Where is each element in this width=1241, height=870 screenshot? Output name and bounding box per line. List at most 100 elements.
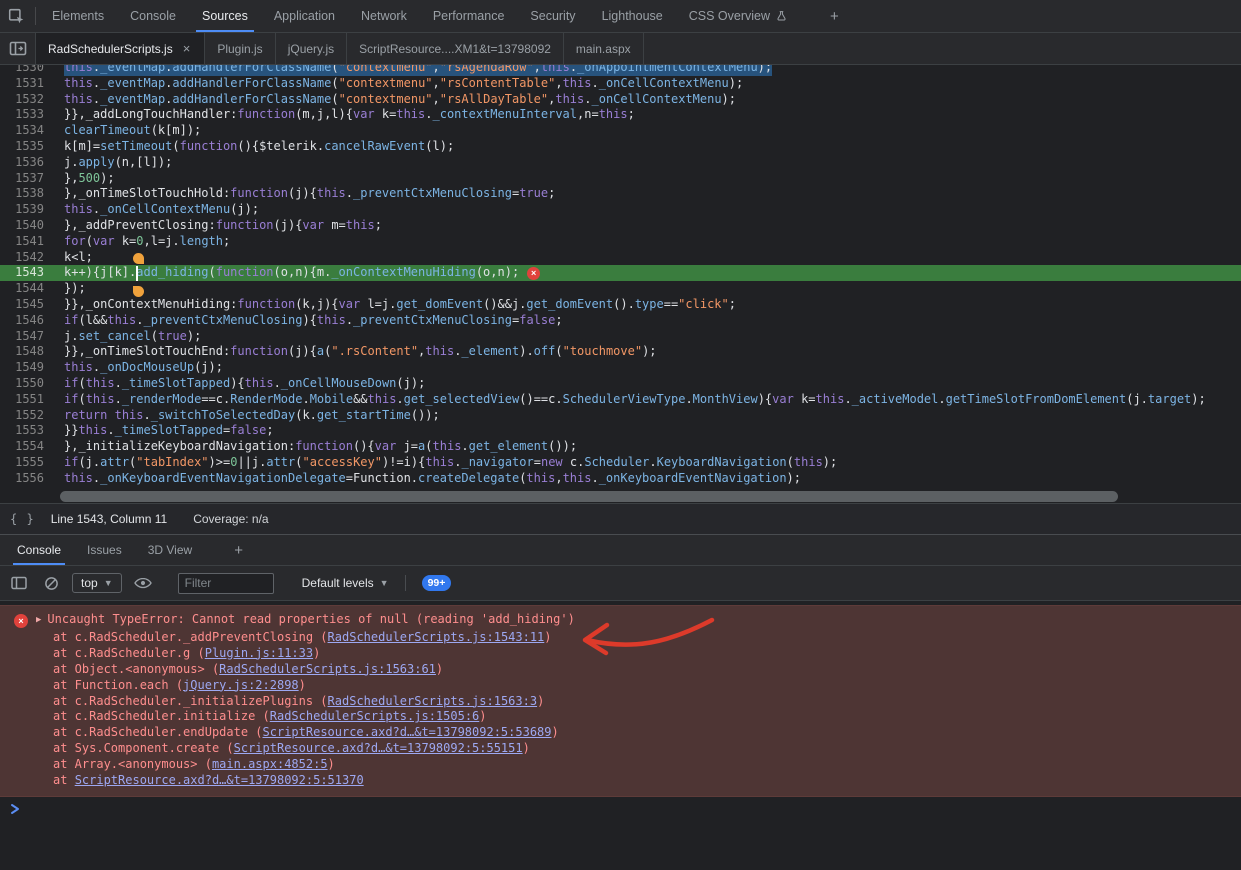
expand-arrow-icon[interactable]: ▶ [36,613,41,629]
code-line[interactable]: 1530this._eventMap.addHandlerForClassNam… [0,65,1241,76]
file-tab-radschedulerscripts-js[interactable]: RadSchedulerScripts.js× [36,33,205,64]
line-number[interactable]: 1546 [0,313,56,329]
drawer-tab-issues[interactable]: Issues [74,535,135,565]
line-number[interactable]: 1551 [0,392,56,408]
selection-handle-bottom[interactable] [133,286,144,297]
code-line[interactable]: 1541for(var k=0,l=j.length; [0,234,1241,250]
drawer-tab-3d-view[interactable]: 3D View [135,535,205,565]
selection-handle-top[interactable] [133,253,144,264]
main-tab-performance[interactable]: Performance [420,0,518,32]
main-tab-elements[interactable]: Elements [39,0,117,32]
stack-link[interactable]: RadSchedulerScripts.js:1563:61 [219,662,436,676]
line-number[interactable]: 1555 [0,455,56,471]
line-number[interactable]: 1548 [0,344,56,360]
line-number[interactable]: 1556 [0,471,56,487]
code-line[interactable]: 1550if(this._timeSlotTapped){this._onCel… [0,376,1241,392]
line-number[interactable]: 1552 [0,408,56,424]
code-line[interactable]: 1544}); [0,281,1241,297]
stack-link[interactable]: Plugin.js:11:33 [205,646,313,660]
drawer-tab-console[interactable]: Console [4,535,74,565]
stack-link[interactable]: main.aspx:4852:5 [212,757,328,771]
error-badge-icon[interactable]: × [527,267,540,280]
line-number[interactable]: 1539 [0,202,56,218]
inspect-element-icon[interactable] [0,2,32,30]
code-line[interactable]: 1548}},_onTimeSlotTouchEnd:function(j){a… [0,344,1241,360]
main-tab-application[interactable]: Application [261,0,348,32]
code-line[interactable]: 1556this._onKeyboardEventNavigationDeleg… [0,471,1241,487]
line-number[interactable]: 1553 [0,423,56,439]
code-line[interactable]: 1532this._eventMap.addHandlerForClassNam… [0,92,1241,108]
main-tab-console[interactable]: Console [117,0,189,32]
main-tab-security[interactable]: Security [517,0,588,32]
file-tab-plugin-js[interactable]: Plugin.js [205,33,275,64]
stack-link[interactable]: ScriptResource.axd?d…&t=13798092:5:53689 [263,725,552,739]
add-panel-button[interactable]: + [818,0,851,32]
stack-link[interactable]: RadSchedulerScripts.js:1563:3 [328,694,538,708]
main-tab-css-overview[interactable]: CSS Overview [676,0,800,32]
log-levels-dropdown[interactable]: Default levels ▼ [302,576,389,590]
line-number[interactable]: 1533 [0,107,56,123]
line-number[interactable]: 1542 [0,250,56,266]
code-line[interactable]: 1546if(l&&this._preventCtxMenuClosing){t… [0,313,1241,329]
code-line[interactable]: 1555if(j.attr("tabIndex")>=0||j.attr("ac… [0,455,1241,471]
code-line[interactable]: 1551if(this._renderMode==c.RenderMode.Mo… [0,392,1241,408]
code-line[interactable]: 1545}},_onContextMenuHiding:function(k,j… [0,297,1241,313]
code-line[interactable]: 1535k[m]=setTimeout(function(){$telerik.… [0,139,1241,155]
line-number[interactable]: 1537 [0,171,56,187]
console-sidebar-icon[interactable] [8,572,30,594]
console-prompt[interactable] [0,797,1241,821]
line-number[interactable]: 1535 [0,139,56,155]
stack-link[interactable]: RadSchedulerScripts.js:1543:11 [328,630,545,644]
pretty-print-button[interactable]: { } [10,512,35,526]
code-line[interactable]: 1554},_initializeKeyboardNavigation:func… [0,439,1241,455]
line-number[interactable]: 1530 [0,65,56,76]
file-tab-scriptresource-xm1-t-13798092[interactable]: ScriptResource....XM1&t=13798092 [347,33,564,64]
file-tab-jquery-js[interactable]: jQuery.js [276,33,347,64]
code-line[interactable]: 1553}}this._timeSlotTapped=false; [0,423,1241,439]
code-line[interactable]: 1536j.apply(n,[l]); [0,155,1241,171]
stack-link[interactable]: jQuery.js:2:2898 [183,678,299,692]
line-number[interactable]: 1540 [0,218,56,234]
navigator-toggle-icon[interactable] [0,33,36,64]
main-tab-lighthouse[interactable]: Lighthouse [589,0,676,32]
javascript-context-selector[interactable]: top ▼ [72,573,122,593]
main-tab-network[interactable]: Network [348,0,420,32]
line-number[interactable]: 1550 [0,376,56,392]
line-number[interactable]: 1545 [0,297,56,313]
code-line[interactable]: 1540},_addPreventClosing:function(j){var… [0,218,1241,234]
line-number[interactable]: 1543 [0,265,56,281]
code-line[interactable]: 1538},_onTimeSlotTouchHold:function(j){t… [0,186,1241,202]
line-number[interactable]: 1532 [0,92,56,108]
line-number[interactable]: 1549 [0,360,56,376]
horizontal-scrollbar[interactable] [0,491,1241,502]
stack-link[interactable]: ScriptResource.axd?d…&t=13798092:5:55151 [234,741,523,755]
code-line[interactable]: 1549this._onDocMouseUp(j); [0,360,1241,376]
stack-link[interactable]: ScriptResource.axd?d…&t=13798092:5:51370 [75,773,364,787]
file-tab-main-aspx[interactable]: main.aspx [564,33,644,64]
line-number[interactable]: 1531 [0,76,56,92]
line-number[interactable]: 1541 [0,234,56,250]
line-number[interactable]: 1544 [0,281,56,297]
code-line[interactable]: 1552return this._switchToSelectedDay(k.g… [0,408,1241,424]
code-editor[interactable]: 1530this._eventMap.addHandlerForClassNam… [0,65,1241,503]
code-line[interactable]: 1531this._eventMap.addHandlerForClassNam… [0,76,1241,92]
stack-link[interactable]: RadSchedulerScripts.js:1505:6 [270,709,480,723]
scrollbar-thumb[interactable] [60,491,1118,502]
code-line[interactable]: 1542k<l; [0,250,1241,266]
line-number[interactable]: 1536 [0,155,56,171]
code-line[interactable]: 1547j.set_cancel(true); [0,329,1241,345]
filter-input[interactable] [178,573,274,594]
add-drawer-tab-button[interactable]: + [221,535,256,565]
line-number[interactable]: 1554 [0,439,56,455]
line-number[interactable]: 1547 [0,329,56,345]
clear-console-icon[interactable] [40,572,62,594]
main-tab-sources[interactable]: Sources [189,0,261,32]
line-number[interactable]: 1538 [0,186,56,202]
code-line[interactable]: 1533}},_addLongTouchHandler:function(m,j… [0,107,1241,123]
close-icon[interactable]: × [181,41,193,56]
issues-count-badge[interactable]: 99+ [422,575,452,591]
code-line[interactable]: 1534clearTimeout(k[m]); [0,123,1241,139]
line-number[interactable]: 1534 [0,123,56,139]
live-expression-eye-icon[interactable] [132,572,154,594]
code-line[interactable]: 1539this._onCellContextMenu(j); [0,202,1241,218]
